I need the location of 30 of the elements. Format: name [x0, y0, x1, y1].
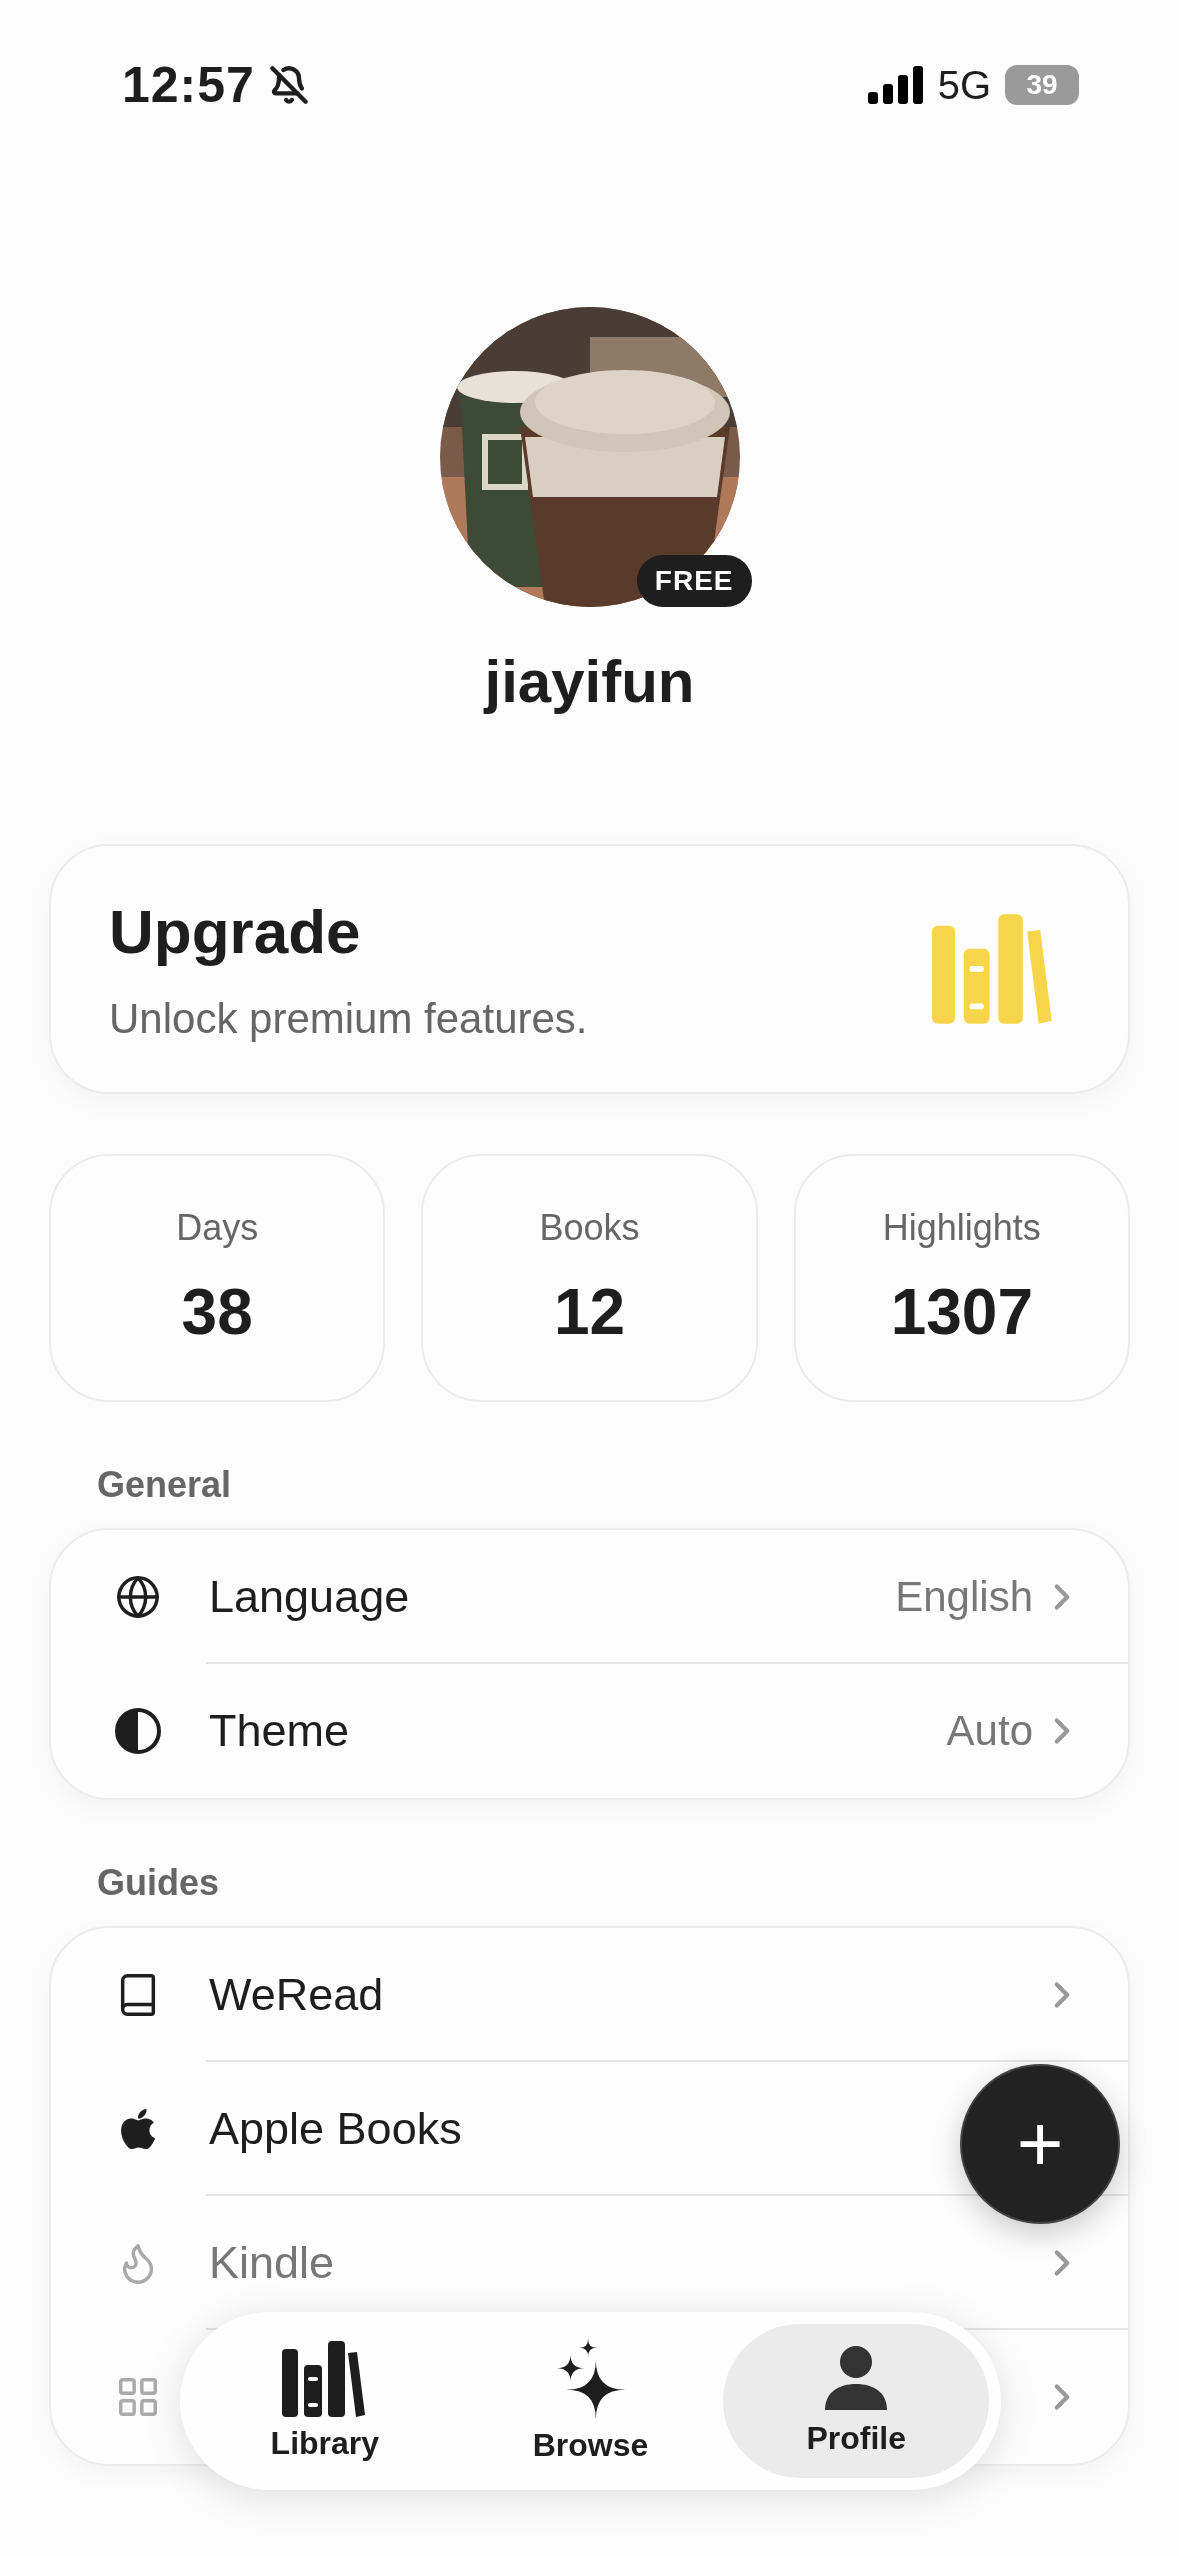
bell-off-icon	[268, 65, 309, 105]
section-title: General	[96, 1464, 233, 1506]
tab[interactable]: Library	[192, 2324, 458, 2478]
time: 12:57	[122, 56, 255, 114]
stat-label: Highlights	[882, 1207, 1041, 1249]
signal-icon	[867, 66, 924, 104]
tab[interactable]: Profile	[723, 2324, 989, 2478]
person-icon	[825, 2345, 888, 2412]
username: jiayifun	[484, 647, 695, 716]
network-label: 5G	[937, 62, 991, 108]
stat-label: Days	[176, 1207, 259, 1249]
plan-badge: FREE	[636, 555, 752, 607]
stat-value: 38	[181, 1275, 253, 1349]
row-label[interactable]: Language	[209, 1571, 410, 1623]
row-label[interactable]: WeRead	[209, 1969, 384, 2021]
row-label[interactable]: Theme	[209, 1705, 350, 1757]
row-value: Auto	[946, 1707, 1033, 1755]
row-value: English	[895, 1573, 1033, 1621]
row-label[interactable]: Apple Books	[209, 2103, 462, 2155]
books-icon	[281, 2340, 368, 2417]
stat-value: 1307	[890, 1275, 1033, 1349]
upgrade-title: Upgrade	[109, 895, 362, 967]
section-title: Guides	[96, 1862, 221, 1904]
upgrade-subtitle: Unlock premium features.	[109, 994, 588, 1043]
row-label[interactable]: Kindle	[209, 2237, 335, 2289]
tab[interactable]: Browse	[457, 2324, 724, 2478]
stat-value: 12	[553, 1275, 626, 1349]
stat-label: Books	[539, 1207, 640, 1249]
battery-icon: 39	[1005, 65, 1079, 105]
upgrade-card[interactable]: Upgrade Unlock premium features.	[49, 844, 1130, 1094]
